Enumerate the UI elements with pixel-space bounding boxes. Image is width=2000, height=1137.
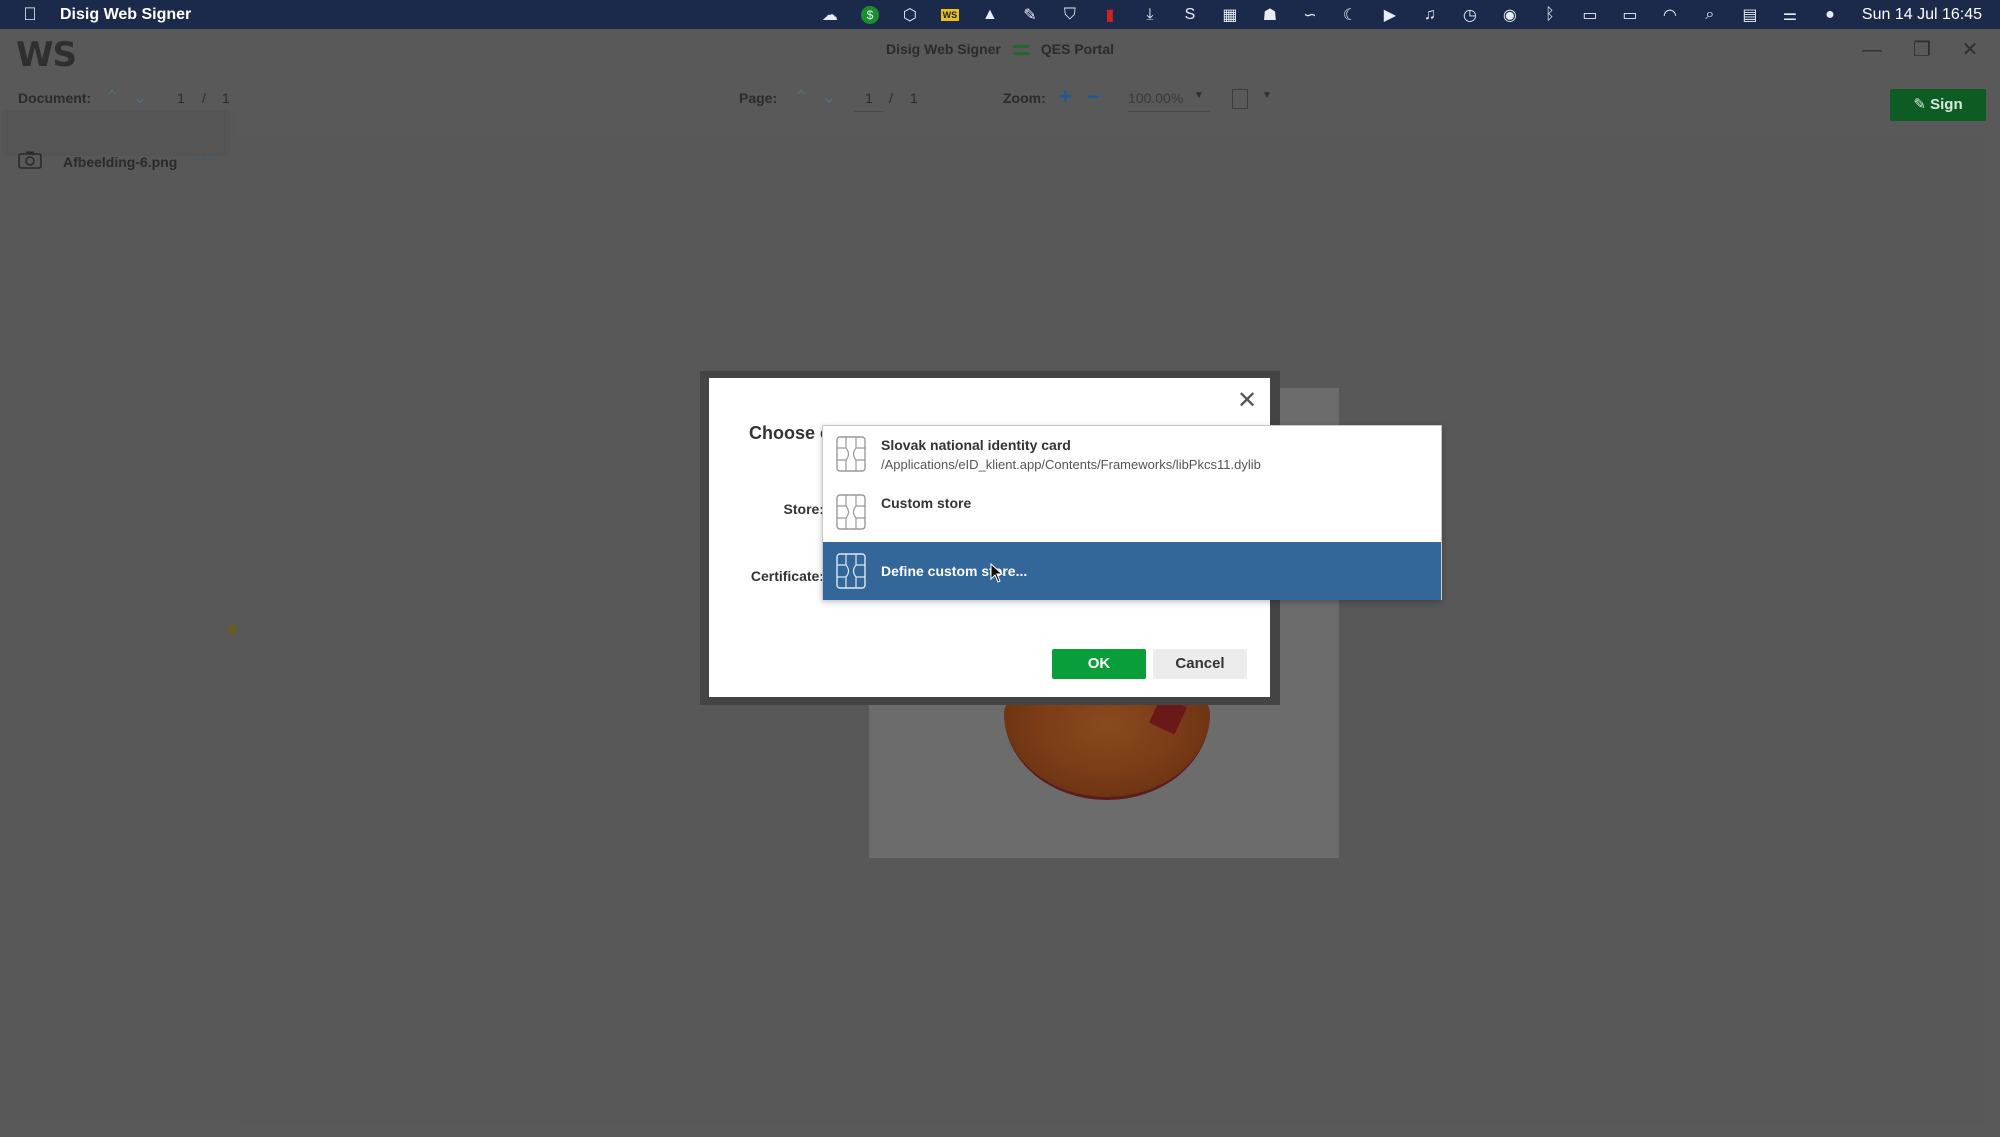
cancel-button[interactable]: Cancel <box>1153 649 1247 679</box>
close-icon[interactable]: ✕ <box>1234 388 1260 414</box>
more-options-icon[interactable]: ··· <box>194 148 215 169</box>
document-sidebar <box>0 110 236 1118</box>
page-fit-icon[interactable] <box>1232 89 1248 109</box>
document-total: 1 <box>222 90 230 106</box>
zoom-out-icon[interactable]: − <box>1087 84 1100 110</box>
display-icon[interactable]: ▭ <box>1610 0 1650 29</box>
store-option-name: Custom store <box>881 495 972 511</box>
page-separator: / <box>889 90 893 106</box>
menu-clock[interactable]: Sun 14 Jul 16:45 <box>1862 6 1982 24</box>
grid-icon[interactable]: ▦ <box>1210 0 1250 29</box>
smart-card-chip-icon <box>836 553 866 589</box>
certificate-label: Certificate: <box>750 568 824 584</box>
equals-icon <box>1012 45 1029 56</box>
store-option-define-custom[interactable]: Define custom store... <box>823 542 1441 600</box>
smart-card-chip-icon <box>836 436 866 472</box>
window-title: Disig Web Signer QES Portal <box>0 41 2000 57</box>
sidebar-collapse-icon[interactable] <box>227 622 235 636</box>
moon-icon[interactable]: ☾ <box>1330 0 1370 29</box>
page-total: 1 <box>910 90 918 106</box>
ok-button[interactable]: OK <box>1052 649 1146 679</box>
control-center-icon[interactable]: ⚌ <box>1770 0 1810 29</box>
page-label: Page: <box>739 90 778 106</box>
store-label: Store: <box>783 501 824 517</box>
history-icon[interactable]: ◷ <box>1450 0 1490 29</box>
cloud-icon[interactable]: ☁ <box>810 0 850 29</box>
search-icon[interactable]: ⌕ <box>1690 0 1730 29</box>
document-name[interactable]: Afbeelding-6.png <box>63 154 177 170</box>
camera-icon <box>18 151 42 169</box>
restore-icon[interactable]: ❐ <box>1902 35 1942 65</box>
store-option-identity-card[interactable]: Slovak national identity card /Applicati… <box>823 426 1441 484</box>
accessibility-icon[interactable]: ◉ <box>1490 0 1530 29</box>
sign-label: Sign <box>1930 96 1963 113</box>
store-dropdown-list: Slovak national identity card /Applicati… <box>822 425 1442 600</box>
download-icon[interactable]: ⤓ <box>1130 0 1170 29</box>
play-icon[interactable]: ▶ <box>1370 0 1410 29</box>
store-option-path: /Applications/eID_klient.app/Contents/Fr… <box>881 457 1261 472</box>
box-icon[interactable]: ⬡ <box>890 0 930 29</box>
document-current-input[interactable]: 1 <box>166 90 196 112</box>
vlc-icon[interactable]: ▲ <box>970 0 1010 29</box>
store-option-custom-store[interactable]: Custom store <box>823 484 1441 542</box>
window-title-app: Disig Web Signer <box>885 41 1001 57</box>
s-icon[interactable]: S <box>1170 0 1210 29</box>
headphones-icon[interactable]: ♫ <box>1410 0 1450 29</box>
hat-icon[interactable]: ☗ <box>1250 0 1290 29</box>
page-next-icon[interactable]: ⌄ <box>818 85 840 109</box>
apple-icon[interactable]:  <box>0 4 60 25</box>
status-tray: ☁ $ ⬡ WS ▲ ✎ ⛉ ▮ ⤓ S ▦ ☗ ∽ ☾ ▶ ♫ ◷ ◉ ᛒ ▭… <box>810 0 1982 29</box>
store-option-name: Define custom store... <box>881 563 1028 579</box>
document-separator: / <box>202 90 206 106</box>
mouse-cursor-icon <box>990 563 1004 583</box>
minimize-icon[interactable]: — <box>1852 35 1892 65</box>
wifi-icon[interactable]: ◠ <box>1650 0 1690 29</box>
zoom-in-icon[interactable]: + <box>1059 84 1072 110</box>
menu-app-name[interactable]: Disig Web Signer <box>60 6 191 24</box>
pencil-icon: ✎ <box>1913 96 1931 113</box>
shield-icon[interactable]: ⛉ <box>1050 0 1090 29</box>
document-prev-icon[interactable]: ⌃ <box>101 85 123 109</box>
page-current-input[interactable]: 1 <box>854 90 884 112</box>
signature-icon[interactable]: ∽ <box>1290 0 1330 29</box>
pen-icon[interactable]: ✎ <box>1010 0 1050 29</box>
siri-icon[interactable]: ● <box>1810 0 1850 29</box>
store-option-name: Slovak national identity card <box>881 437 1071 453</box>
smart-card-chip-icon <box>836 494 866 530</box>
macos-menu-bar:  Disig Web Signer ☁ $ ⬡ WS ▲ ✎ ⛉ ▮ ⤓ S … <box>0 0 2000 29</box>
bluetooth-icon[interactable]: ᛒ <box>1530 0 1570 29</box>
page-prev-icon[interactable]: ⌃ <box>790 85 812 109</box>
document-next-icon[interactable]: ⌄ <box>129 85 151 109</box>
page-fit-caret-icon[interactable]: ▼ <box>1262 90 1272 101</box>
battery-icon[interactable]: ▭ <box>1570 0 1610 29</box>
document-label: Document: <box>18 90 92 106</box>
ws-icon[interactable]: WS <box>930 0 970 29</box>
window-title-portal: QES Portal <box>1040 41 1114 57</box>
dollar-icon[interactable]: $ <box>850 0 890 29</box>
keyboard-icon[interactable]: ▤ <box>1730 0 1770 29</box>
dialog-title: Choose c <box>749 423 831 443</box>
toolbar: Document: ⌃ ⌄ 1 / 1 Page: ⌃ ⌄ 1 / 1 Zoom… <box>0 75 2000 121</box>
zoom-label: Zoom: <box>1003 90 1046 106</box>
book-icon[interactable]: ▮ <box>1090 0 1130 29</box>
zoom-caret-icon[interactable]: ▼ <box>1194 90 1204 101</box>
sign-button[interactable]: ✎ Sign <box>1890 89 1986 121</box>
window-close-icon[interactable]: ✕ <box>1950 35 1990 65</box>
title-bar: WS Disig Web Signer QES Portal — ❐ ✕ <box>0 29 2000 75</box>
